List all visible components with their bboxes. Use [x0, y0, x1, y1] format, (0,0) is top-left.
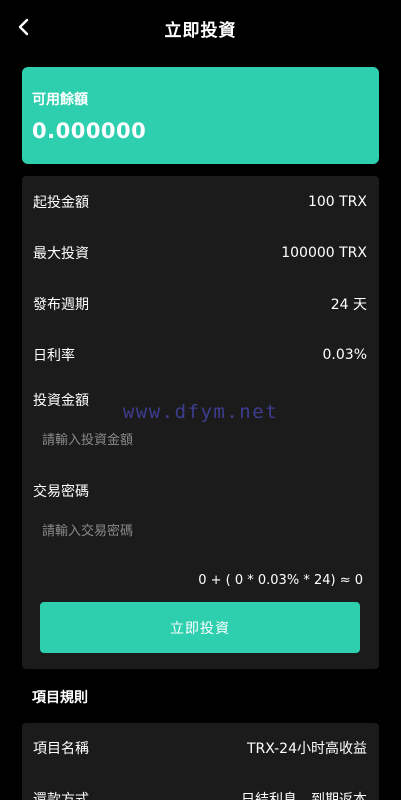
- password-label: 交易密碼: [33, 484, 89, 500]
- detail-value: 24 天: [330, 297, 367, 313]
- detail-key: 起投金額: [33, 195, 89, 211]
- rule-value: TRX-24小时高收益: [246, 741, 367, 757]
- watermark: www.dfym.net: [122, 401, 279, 423]
- password-input[interactable]: [42, 518, 362, 544]
- detail-row-max-investment: 最大投資 100000 TRX: [33, 242, 367, 264]
- detail-key: 發布週期: [33, 297, 89, 313]
- balance-value: 0.000000: [32, 119, 147, 143]
- rules-card: 項目名稱 TRX-24小时高收益 還款方式 日結利息，到期返本: [22, 723, 379, 800]
- balance-label: 可用餘額: [32, 92, 88, 108]
- invest-now-button[interactable]: 立即投資: [40, 602, 360, 653]
- detail-row-daily-rate: 日利率 0.03%: [33, 344, 367, 366]
- header: 立即投資: [0, 0, 401, 56]
- rules-title: 項目規則: [32, 690, 88, 706]
- amount-input[interactable]: [42, 427, 362, 453]
- detail-row-period: 發布週期 24 天: [33, 293, 367, 315]
- detail-value: 100 TRX: [307, 194, 367, 210]
- detail-row-min-investment: 起投金額 100 TRX: [33, 191, 367, 213]
- rule-row-project-name: 項目名稱 TRX-24小时高收益: [33, 737, 367, 759]
- rule-row-repayment: 還款方式 日結利息，到期返本: [33, 788, 367, 800]
- page-title: 立即投資: [164, 21, 237, 41]
- detail-value: 100000 TRX: [281, 245, 367, 261]
- rule-key: 項目名稱: [33, 741, 89, 757]
- rule-key: 還款方式: [33, 792, 89, 800]
- earnings-formula: 0 + ( 0 * 0.03% * 24) ≈ 0: [198, 573, 363, 588]
- detail-key: 日利率: [33, 348, 75, 364]
- invest-page: 立即投資 可用餘額 0.000000 起投金額 100 TRX 最大投資 100…: [0, 0, 401, 800]
- balance-card: 可用餘額 0.000000: [22, 67, 379, 164]
- detail-key: 最大投資: [33, 246, 89, 262]
- detail-value: 0.03%: [322, 347, 367, 363]
- rule-value: 日結利息，到期返本: [241, 792, 367, 800]
